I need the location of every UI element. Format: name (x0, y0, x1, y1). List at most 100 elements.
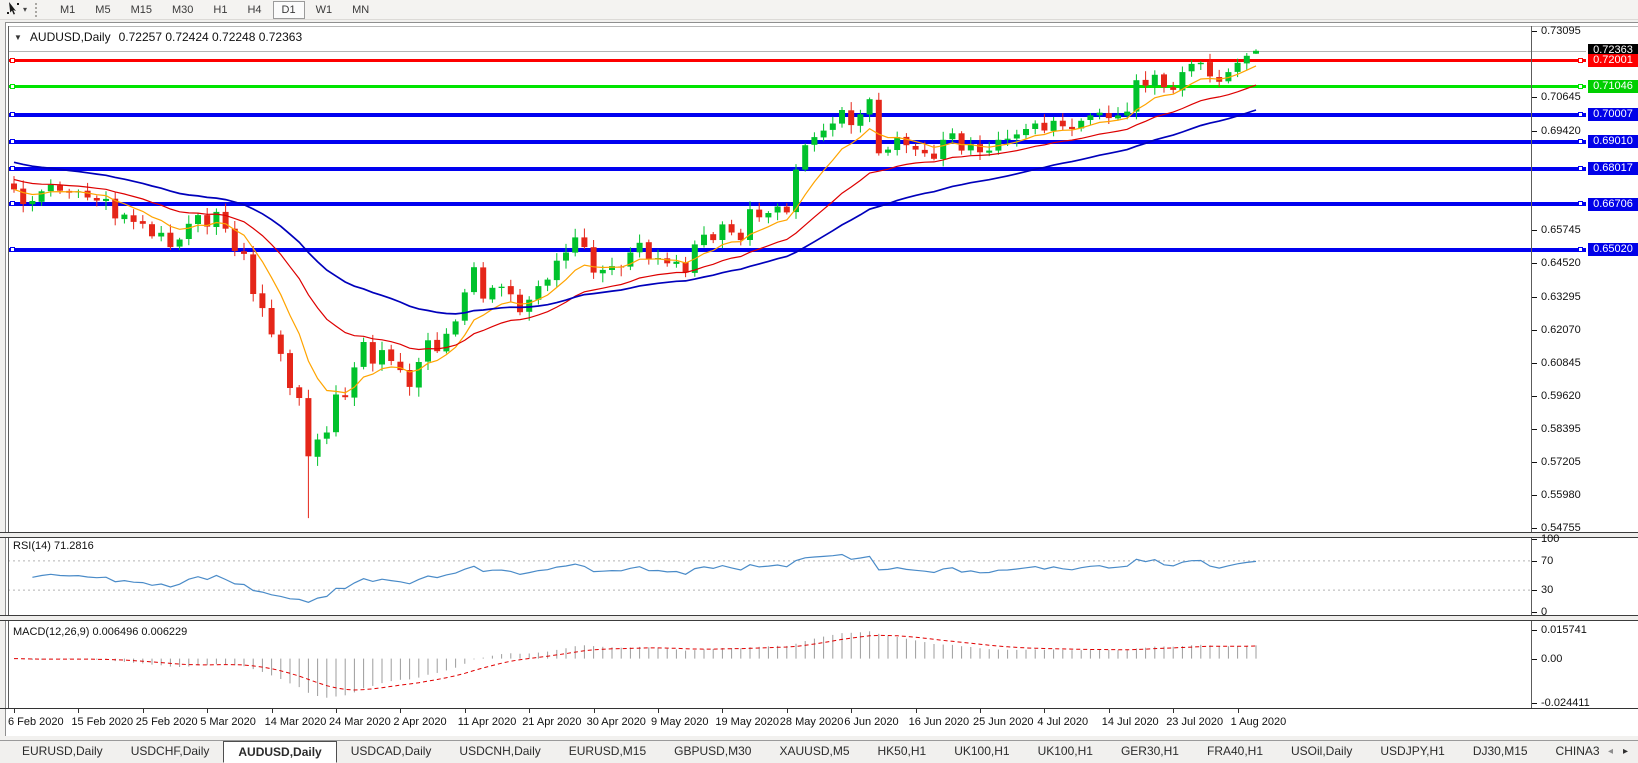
pane-separator-1[interactable] (0, 532, 1638, 538)
date-tick (336, 709, 337, 713)
macd-tick-dash (1532, 659, 1537, 660)
level-line-handle-left-0.71046[interactable] (10, 84, 15, 89)
chart-tab-eurusd-daily[interactable]: EURUSD,Daily (8, 741, 117, 763)
price-tick-label: 0.70645 (1541, 91, 1581, 103)
level-line-handle-right-0.68017[interactable] (1578, 166, 1583, 171)
timeframe-button-h4[interactable]: H4 (238, 1, 270, 19)
chart-tab-gbpusd-m30[interactable]: GBPUSD,M30 (660, 741, 765, 763)
rsi-tick-label: 70 (1541, 555, 1553, 567)
pane-separator-2[interactable] (0, 615, 1638, 621)
price-tick-dash (1532, 297, 1537, 298)
rsi-tick-dash (1532, 612, 1537, 613)
timeframe-button-m5[interactable]: M5 (86, 1, 119, 19)
price-tick-dash (1532, 429, 1537, 430)
level-line-handle-right-0.6901[interactable] (1578, 139, 1583, 144)
price-badge-0.65020: 0.65020 (1588, 243, 1638, 256)
chart-window[interactable] (5, 22, 1638, 736)
date-tick (465, 709, 466, 713)
level-line-handle-left-0.72001[interactable] (10, 58, 15, 63)
price-tick-dash (1532, 230, 1537, 231)
level-line-0.70007[interactable] (8, 113, 1586, 117)
price-tick-dash (1532, 31, 1537, 32)
level-line-handle-left-0.70007[interactable] (10, 112, 15, 117)
price-badge-0.66706: 0.66706 (1588, 198, 1638, 211)
level-line-handle-left-0.66706[interactable] (10, 201, 15, 206)
rsi-tick-dash (1532, 590, 1537, 591)
tab-scroll-right-icon[interactable]: ▸ (1619, 742, 1632, 761)
chart-tab-uk100-h1[interactable]: UK100,H1 (1024, 741, 1107, 763)
chart-tab-usdjpy-h1[interactable]: USDJPY,H1 (1366, 741, 1458, 763)
price-badge-0.72001: 0.72001 (1588, 54, 1638, 67)
chart-tab-dj30-m15[interactable]: DJ30,M15 (1459, 741, 1542, 763)
chart-tab-ger30-h1[interactable]: GER30,H1 (1107, 741, 1193, 763)
date-label-16: 25 Jun 2020 (973, 716, 1034, 728)
level-line-0.71046[interactable] (8, 85, 1586, 88)
date-tick (980, 709, 981, 713)
level-line-handle-right-0.66706[interactable] (1578, 201, 1583, 206)
chart-tab-eurusd-m15[interactable]: EURUSD,M15 (555, 741, 660, 763)
timeframe-button-m1[interactable]: M1 (51, 1, 84, 19)
price-tick-label: 0.73095 (1541, 25, 1581, 37)
date-label-9: 21 Apr 2020 (522, 716, 581, 728)
timeframe-button-mn[interactable]: MN (343, 1, 378, 19)
price-tick-dash (1532, 97, 1537, 98)
chart-tab-usdcad-daily[interactable]: USDCAD,Daily (337, 741, 446, 763)
cursor-tool-button[interactable]: ▾ (0, 1, 33, 18)
trading-app: ▾ M1M5M15M30H1H4D1W1MN ▼ AUDUSD,Daily 0.… (0, 0, 1638, 763)
date-tick (272, 709, 273, 713)
tab-scroll-arrows: ◂ ▸ (1600, 742, 1636, 761)
macd-tick-label: 0.00 (1541, 653, 1562, 665)
price-tick-dash (1532, 495, 1537, 496)
chart-tab-uk100-h1[interactable]: UK100,H1 (940, 741, 1023, 763)
chart-collapse-icon[interactable]: ▼ (14, 33, 22, 42)
tab-scroll-left-icon[interactable]: ◂ (1604, 742, 1617, 761)
chart-tab-audusd-daily[interactable]: AUDUSD,Daily (223, 741, 336, 763)
price-tick-label: 0.69420 (1541, 125, 1581, 137)
timeframe-button-group: M1M5M15M30H1H4D1W1MN (44, 1, 385, 19)
chart-tab-hk50-h1[interactable]: HK50,H1 (864, 741, 941, 763)
macd-tick-dash (1532, 630, 1537, 631)
date-label-15: 16 Jun 2020 (909, 716, 970, 728)
level-line-handle-left-0.6502[interactable] (10, 247, 15, 252)
date-tick (14, 709, 15, 713)
price-tick-label: 0.63295 (1541, 291, 1581, 303)
level-line-0.6502[interactable] (8, 248, 1586, 252)
price-tick-dash (1532, 396, 1537, 397)
chart-ohlc-values: 0.72257 0.72424 0.72248 0.72363 (119, 30, 303, 44)
timeframe-button-w1[interactable]: W1 (307, 1, 342, 19)
level-line-handle-right-0.6502[interactable] (1578, 247, 1583, 252)
timeframe-button-d1[interactable]: D1 (273, 1, 305, 19)
level-line-handle-left-0.68017[interactable] (10, 166, 15, 171)
price-tick-label: 0.55980 (1541, 489, 1581, 501)
cursor-crosshair-icon (6, 1, 20, 18)
date-tick (78, 709, 79, 713)
timeframe-button-h1[interactable]: H1 (204, 1, 236, 19)
level-line-0.68017[interactable] (8, 167, 1586, 171)
chart-tab-usoil-daily[interactable]: USOil,Daily (1277, 741, 1366, 763)
chart-tab-usdchf-daily[interactable]: USDCHF,Daily (117, 741, 224, 763)
level-line-handle-left-0.6901[interactable] (10, 139, 15, 144)
current-price-line (8, 51, 1586, 52)
date-axis-border (0, 708, 1638, 709)
timeframe-button-m15[interactable]: M15 (122, 1, 161, 19)
date-label-1: 6 Feb 2020 (8, 716, 64, 728)
toolbar-grip[interactable] (35, 3, 38, 17)
chart-tab-xauusd-m5[interactable]: XAUUSD,M5 (765, 741, 863, 763)
date-tick (529, 709, 530, 713)
level-line-0.6901[interactable] (8, 140, 1586, 144)
date-label-11: 9 May 2020 (651, 716, 708, 728)
timeframe-button-m30[interactable]: M30 (163, 1, 202, 19)
date-tick (1044, 709, 1045, 713)
date-label-8: 11 Apr 2020 (458, 716, 517, 728)
level-line-0.66706[interactable] (8, 202, 1586, 206)
level-line-0.72001[interactable] (8, 59, 1586, 62)
chart-tab-fra40-h1[interactable]: FRA40,H1 (1193, 741, 1277, 763)
level-line-handle-right-0.72001[interactable] (1578, 58, 1583, 63)
level-line-handle-right-0.70007[interactable] (1578, 112, 1583, 117)
chart-tab-bar: EURUSD,DailyUSDCHF,DailyAUDUSD,DailyUSDC… (0, 740, 1638, 763)
price-tick-dash (1532, 131, 1537, 132)
price-tick-dash (1532, 363, 1537, 364)
chart-tab-usdcnh-daily[interactable]: USDCNH,Daily (445, 741, 554, 763)
price-tick-label: 0.57205 (1541, 456, 1581, 468)
level-line-handle-right-0.71046[interactable] (1578, 84, 1583, 89)
